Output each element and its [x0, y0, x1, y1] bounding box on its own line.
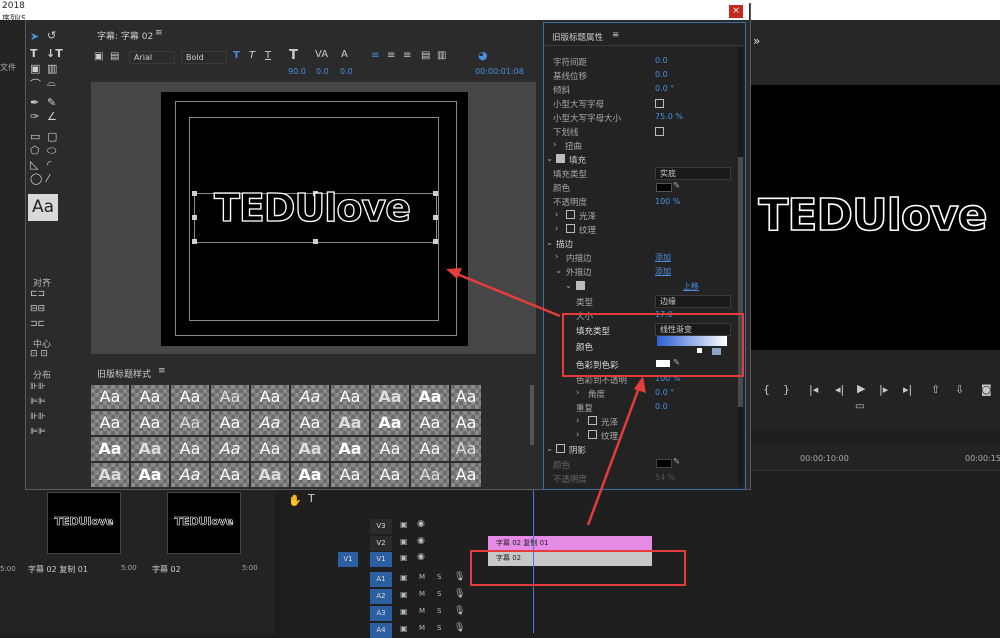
annotation-arrow — [586, 384, 642, 526]
annotation-arrowhead — [446, 268, 462, 279]
annotation-arrow — [451, 270, 561, 318]
annotation-arrowhead — [634, 376, 646, 393]
annotation-arrows — [446, 268, 646, 526]
